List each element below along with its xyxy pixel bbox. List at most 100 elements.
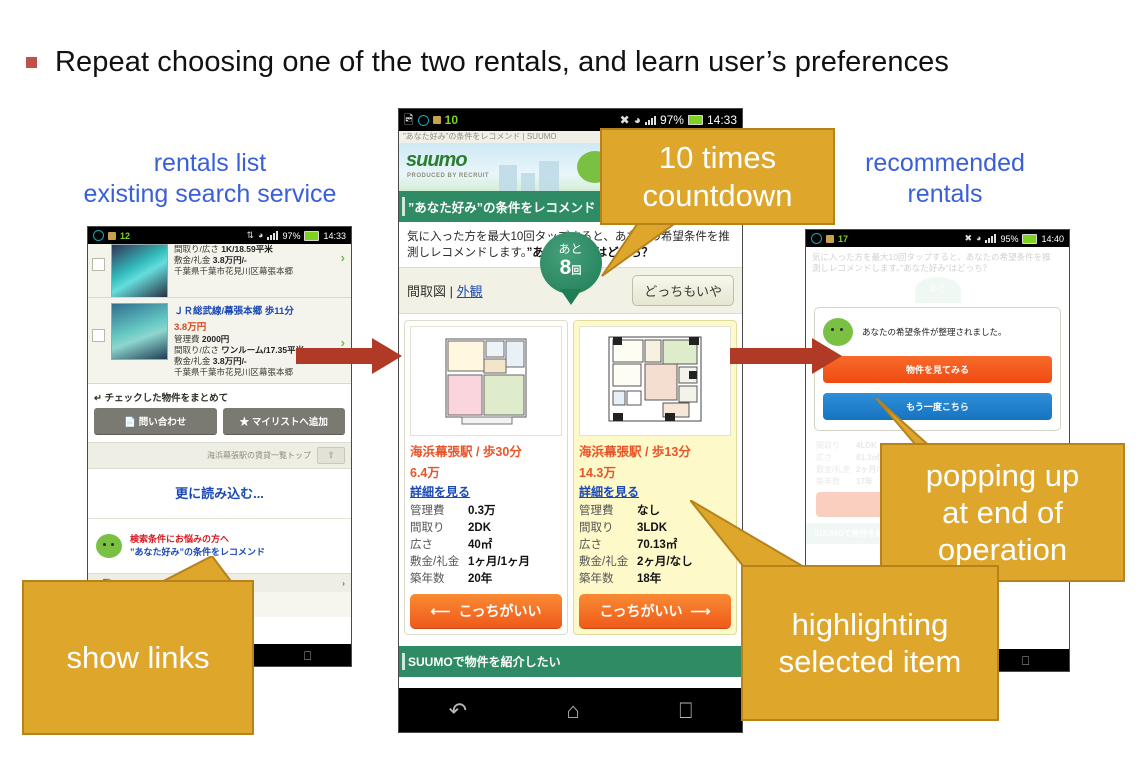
recents-icon[interactable]: ⎕ — [679, 698, 692, 724]
card-detail-link[interactable]: 詳細を見る — [579, 483, 731, 500]
instructions-line2: 測しレコメンドします。 — [407, 246, 527, 259]
tab-floorplan[interactable]: 間取図 — [407, 284, 446, 299]
calendar-icon — [432, 116, 441, 124]
card-spec-row: 間取り 2DK — [410, 522, 492, 535]
row-spec-line: 間取り/広さ 1K/18.59平米 — [174, 244, 273, 254]
slide-canvas: Repeat choosing one of the two rentals, … — [0, 0, 1147, 773]
callout-popup-line2: at end of — [942, 494, 1063, 530]
view-properties-button[interactable]: 物件を見てみる — [823, 355, 1052, 383]
sync-icon: ⇅ — [246, 230, 255, 240]
status-bar-left: 12 ⇅ ◕ 97% 14:33 — [88, 227, 351, 244]
callout-highlight-line2: selected item — [778, 644, 962, 679]
signal-icon — [267, 231, 279, 240]
card-detail-link[interactable]: 詳細を見る — [410, 483, 562, 500]
table-row[interactable]: 間取り/広さ 1K/18.59平米 敷金/礼金 3.8万円/- 千葉県千葉市花見… — [88, 244, 351, 298]
row-station-title: ＪＲ総武線/幕張本郷 歩11分 — [174, 306, 294, 317]
callout-highlight-line1: highlighting — [791, 606, 949, 642]
callout-highlighting-selected: highlighting selected item — [741, 565, 999, 721]
status-clock: 14:33 — [706, 113, 737, 127]
countdown-pin: あと 8回 — [539, 232, 602, 295]
floorplan-svg — [445, 338, 527, 425]
star-icon: ★ — [239, 416, 250, 428]
property-thumbnail — [111, 303, 168, 360]
result-instructions: 気に入った方を最大10回タップすると、あなたの希望条件を推 測しレコメンドします… — [806, 247, 1069, 277]
back-to-top-label: 海浜幕張駅の賃貸一覧トップ — [207, 450, 311, 460]
countdown-value: 8回 — [559, 256, 582, 280]
mute-icon: ✖ — [964, 233, 973, 243]
add-to-mylist-button[interactable]: ★ マイリストへ追加 — [222, 407, 345, 435]
flow-arrow-mid-to-right — [730, 338, 842, 374]
reply-arrow-icon: ↵ — [94, 392, 102, 404]
back-to-top-bar[interactable]: 海浜幕張駅の賃貸一覧トップ ⇧ — [88, 441, 351, 469]
inquiry-button[interactable]: 📄 問い合わせ — [94, 407, 217, 435]
calendar-icon — [108, 231, 116, 240]
countdown-pin-faded: あと — [914, 276, 961, 303]
bulk-action-buttons: 📄 問い合わせ ★ マイリストへ追加 — [88, 407, 351, 442]
home-icon[interactable]: ⌂ — [566, 698, 579, 724]
suumo-logo: suumo — [406, 149, 468, 171]
instructions-line1: 気に入った方を最大10回タップすると、あなたの希望条件を推 — [812, 252, 1051, 262]
bullet-square-icon — [26, 57, 37, 68]
android-nav-bar-mid: ↶ ⌂ ⎕ — [399, 688, 742, 732]
property-thumbnail — [111, 244, 168, 297]
caption-right-line2: rentals — [907, 179, 983, 208]
card-price: 6.4万 — [410, 466, 440, 481]
card-station: 海浜幕張駅 / 歩13分 — [579, 445, 691, 460]
choose-left-button[interactable]: ⟵ こっちがいい — [410, 594, 562, 630]
wifi-icon: ◕ — [976, 233, 982, 243]
slide-bullet-text: Repeat choosing one of the two rentals, … — [55, 46, 950, 78]
suumo-character-icon — [96, 533, 122, 558]
calendar-icon — [826, 234, 834, 243]
row-spec-line: 敷金/礼金 3.8万円/- — [174, 254, 247, 265]
caption-rentals-list: rentals list existing search service — [55, 148, 365, 209]
arrow-left-icon: ⟵ — [430, 602, 451, 619]
suumo-logo-subtitle: PRODUCED BY RECRUIT — [407, 173, 490, 179]
card-station: 海浜幕張駅 / 歩30分 — [410, 445, 522, 460]
flow-arrow-left-to-mid — [296, 338, 402, 374]
callout-countdown-line1: 10 times — [658, 140, 777, 176]
clock-icon — [417, 114, 429, 126]
caption-right-line1: recommended — [865, 149, 1025, 177]
battery-icon — [304, 230, 320, 241]
card-price: 14.3万 — [579, 466, 616, 481]
signal-icon — [644, 115, 656, 125]
recents-icon[interactable]: ⎕ — [1022, 654, 1029, 669]
caption-recommended-rentals: recommended rentals — [805, 148, 1085, 209]
notification-count: 17 — [838, 233, 849, 244]
footer-link-contact[interactable]: 掲載のお問い合わせ — [564, 686, 672, 688]
slide-bullet: Repeat choosing one of the two rentals, … — [26, 46, 949, 79]
chevron-right-icon: › — [342, 577, 345, 588]
countdown-label: あと — [558, 242, 583, 257]
callout-show-links: show links — [22, 580, 254, 735]
callout-10-times-countdown: 10 times countdown — [600, 128, 835, 225]
card-spec-row: 管理費 0.3万 — [410, 505, 496, 518]
tab-exterior[interactable]: 外観 — [457, 284, 483, 299]
caption-left-line1: rentals list — [153, 149, 267, 177]
load-more-link[interactable]: 更に読み込む... — [88, 468, 351, 519]
back-icon[interactable]: ↶ — [449, 698, 467, 724]
row-checkbox[interactable] — [92, 329, 105, 342]
wifi-icon: ◕ — [258, 230, 264, 240]
caption-left-line2: existing search service — [83, 179, 337, 208]
card-spec-row: 敷金/礼金 1ヶ月/1ヶ月 — [410, 556, 530, 569]
clock-icon — [93, 230, 104, 241]
checked-properties-label: ↵ チェックした物件をまとめて — [88, 383, 351, 408]
battery-percent: 95% — [1000, 233, 1019, 244]
scroll-up-icon[interactable]: ⇧ — [317, 446, 345, 464]
recents-icon[interactable]: ⎕ — [304, 649, 311, 664]
choose-right-button[interactable]: こっちがいい ⟶ — [579, 594, 731, 630]
battery-icon — [687, 115, 703, 125]
footer-link-product-info[interactable]: 掲載商品情報 — [407, 686, 564, 688]
chevron-right-icon: › — [340, 250, 345, 265]
row-address: 千葉県千葉市花見川区幕張本郷 — [174, 265, 294, 276]
document-icon: 📄 — [124, 416, 137, 428]
footer-promo-band: SUUMOで物件を紹介したい — [399, 646, 742, 678]
callout-popping-up: popping up at end of operation — [880, 443, 1125, 582]
floorplan-image-right — [579, 326, 731, 437]
row-checkbox[interactable] — [92, 258, 105, 271]
comparison-cards: 海浜幕張駅 / 歩30分 6.4万 詳細を見る 管理費 0.3万 間取り 2DK 広… — [399, 314, 742, 641]
callout-showlinks-text: show links — [66, 639, 210, 675]
image-icon: 🖻 — [404, 113, 414, 127]
property-card-left[interactable]: 海浜幕張駅 / 歩30分 6.4万 詳細を見る 管理費 0.3万 間取り 2DK 広… — [404, 320, 568, 636]
status-clock: 14:33 — [323, 230, 346, 241]
